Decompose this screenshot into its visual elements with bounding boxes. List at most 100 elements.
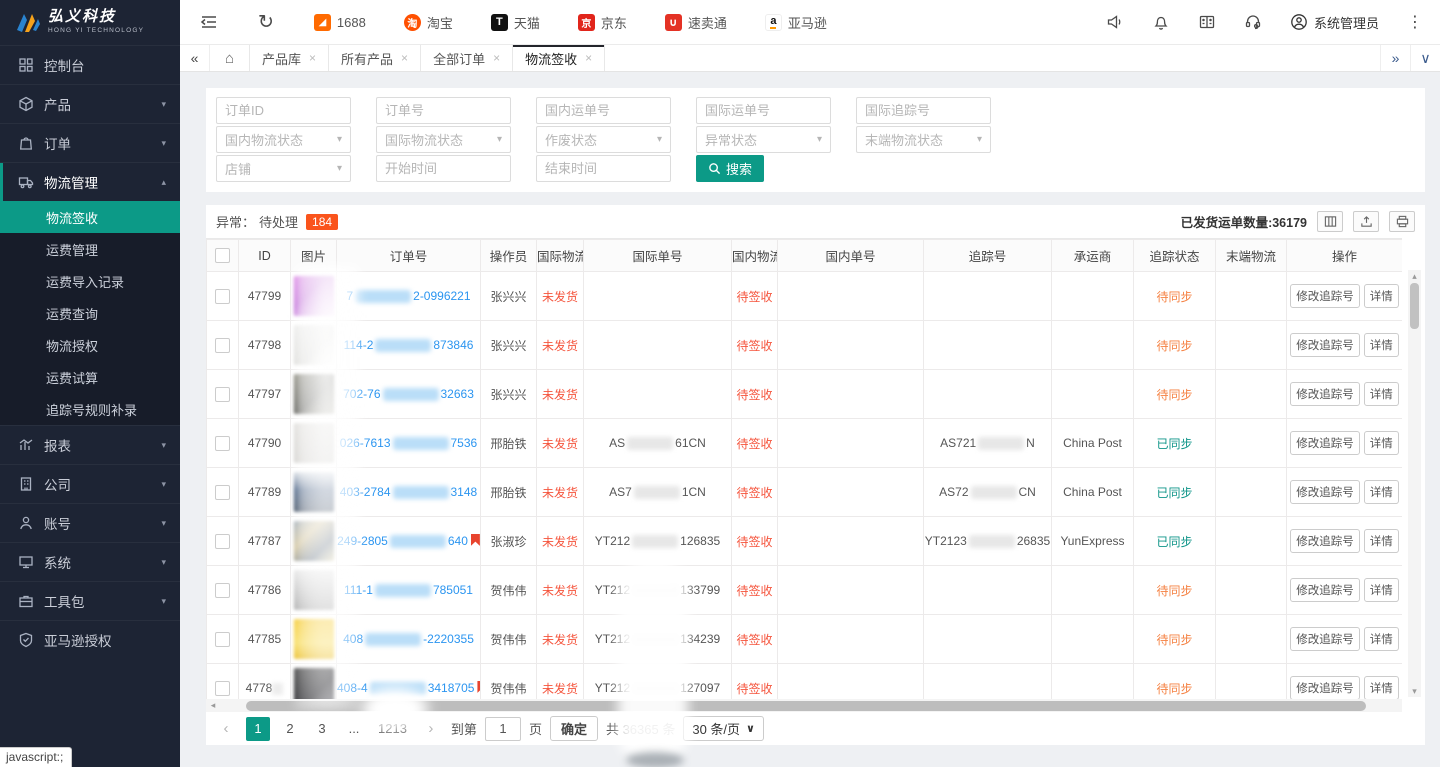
row-checkbox[interactable] bbox=[215, 436, 230, 451]
scroll-down-arrow[interactable]: ▾ bbox=[1408, 685, 1421, 697]
intl-tracking-input[interactable] bbox=[856, 97, 991, 124]
select-all-checkbox[interactable] bbox=[215, 248, 230, 263]
sidebar-item-system[interactable]: 系统 ▾ bbox=[0, 542, 180, 581]
marketplace-link-1688[interactable]: ◢ 1688 bbox=[314, 14, 366, 31]
order-number-link[interactable]: 403-27843148 bbox=[340, 485, 477, 499]
edit-tracking-button[interactable]: 修改追踪号 bbox=[1290, 382, 1360, 406]
tab-product-library[interactable]: 产品库× bbox=[250, 45, 329, 71]
detail-button[interactable]: 详情 bbox=[1364, 284, 1399, 308]
close-icon[interactable]: × bbox=[401, 51, 408, 65]
edit-tracking-button[interactable]: 修改追踪号 bbox=[1290, 627, 1360, 651]
horizontal-scroll-thumb[interactable] bbox=[246, 701, 1366, 711]
detail-button[interactable]: 详情 bbox=[1364, 529, 1399, 553]
void-status-select[interactable]: 作废状态▾ bbox=[536, 126, 671, 153]
detail-button[interactable]: 详情 bbox=[1364, 431, 1399, 455]
marketplace-link-aliexpress[interactable]: ∪ 速卖通 bbox=[665, 13, 727, 32]
pending-label[interactable]: 待处理 bbox=[259, 212, 298, 231]
columns-setting-button[interactable] bbox=[1317, 211, 1343, 232]
order-id-input[interactable] bbox=[216, 97, 351, 124]
intl-waybill-input[interactable] bbox=[696, 97, 831, 124]
row-checkbox[interactable] bbox=[215, 338, 230, 353]
domestic-logistics-status-select[interactable]: 国内物流状态▾ bbox=[216, 126, 351, 153]
notifications-bell-icon[interactable] bbox=[1152, 13, 1170, 31]
apps-panel-icon[interactable] bbox=[1198, 13, 1216, 31]
tab-all-orders[interactable]: 全部订单× bbox=[421, 45, 513, 71]
sidebar-item-company[interactable]: 公司 ▾ bbox=[0, 464, 180, 503]
shop-select[interactable]: 店铺▾ bbox=[216, 155, 351, 182]
horizontal-scrollbar[interactable]: ◂ bbox=[206, 699, 1402, 712]
end-time-input[interactable] bbox=[536, 155, 671, 182]
marketplace-link-taobao[interactable]: 淘 淘宝 bbox=[404, 13, 453, 32]
sidebar-item-toolkit[interactable]: 工具包 ▾ bbox=[0, 581, 180, 620]
order-no-input[interactable] bbox=[376, 97, 511, 124]
row-checkbox[interactable] bbox=[215, 632, 230, 647]
edit-tracking-button[interactable]: 修改追踪号 bbox=[1290, 529, 1360, 553]
close-icon[interactable]: × bbox=[493, 51, 500, 65]
sidebar-item-order[interactable]: 订单 ▾ bbox=[0, 123, 180, 162]
close-icon[interactable]: × bbox=[585, 51, 592, 65]
sidebar-item-logistics[interactable]: 物流管理 ▴ bbox=[0, 162, 180, 201]
intl-logistics-status-select[interactable]: 国际物流状态▾ bbox=[376, 126, 511, 153]
marketplace-link-amazon[interactable]: a 亚马逊 bbox=[765, 13, 827, 32]
row-checkbox[interactable] bbox=[215, 681, 230, 696]
refresh-button[interactable]: ↻ bbox=[258, 13, 274, 32]
goto-page-input[interactable] bbox=[485, 717, 521, 741]
page-last-button[interactable]: 1213 bbox=[374, 717, 411, 741]
page-3-button[interactable]: 3 bbox=[310, 717, 334, 741]
sidebar-item-product[interactable]: 产品 ▾ bbox=[0, 84, 180, 123]
prev-page-button[interactable]: ‹ bbox=[214, 717, 238, 741]
sidebar-item-freight-manage[interactable]: 运费管理 bbox=[0, 233, 180, 265]
edit-tracking-button[interactable]: 修改追踪号 bbox=[1290, 333, 1360, 357]
vertical-scroll-thumb[interactable] bbox=[1410, 283, 1419, 329]
sidebar-item-amazon-auth[interactable]: 亚马逊授权 bbox=[0, 620, 180, 659]
sidebar-item-account[interactable]: 账号 ▾ bbox=[0, 503, 180, 542]
export-button[interactable] bbox=[1353, 211, 1379, 232]
sidebar-item-report[interactable]: 报表 ▾ bbox=[0, 425, 180, 464]
order-number-link[interactable]: 72-0996221 bbox=[346, 289, 470, 303]
domestic-waybill-input[interactable] bbox=[536, 97, 671, 124]
detail-button[interactable]: 详情 bbox=[1364, 480, 1399, 504]
sidebar-toggle-button[interactable] bbox=[200, 13, 218, 31]
edit-tracking-button[interactable]: 修改追踪号 bbox=[1290, 431, 1360, 455]
order-number-link[interactable]: 702-7632663 bbox=[343, 387, 474, 401]
sidebar-item-logistics-sign[interactable]: 物流签收 bbox=[0, 201, 180, 233]
sidebar-item-freight-import[interactable]: 运费导入记录 bbox=[0, 265, 180, 297]
row-checkbox[interactable] bbox=[215, 387, 230, 402]
search-button[interactable]: 搜索 bbox=[696, 155, 764, 182]
announcement-icon[interactable] bbox=[1106, 13, 1124, 31]
tab-home[interactable]: ⌂ bbox=[210, 45, 250, 71]
lastmile-status-select[interactable]: 末端物流状态▾ bbox=[856, 126, 991, 153]
goto-confirm-button[interactable]: 确定 bbox=[550, 716, 598, 741]
tabs-menu-button[interactable]: ∨ bbox=[1410, 45, 1440, 71]
page-1-button[interactable]: 1 bbox=[246, 717, 270, 741]
vertical-scrollbar[interactable]: ▴ ▾ bbox=[1408, 270, 1421, 697]
detail-button[interactable]: 详情 bbox=[1364, 578, 1399, 602]
marketplace-link-tmall[interactable]: T 天猫 bbox=[491, 13, 540, 32]
row-checkbox[interactable] bbox=[215, 583, 230, 598]
edit-tracking-button[interactable]: 修改追踪号 bbox=[1290, 284, 1360, 308]
page-2-button[interactable]: 2 bbox=[278, 717, 302, 741]
order-number-link[interactable]: 111-1785051 bbox=[344, 583, 473, 597]
tab-all-products[interactable]: 所有产品× bbox=[329, 45, 421, 71]
row-checkbox[interactable] bbox=[215, 534, 230, 549]
sidebar-item-tracking-rule[interactable]: 追踪号规则补录 bbox=[0, 393, 180, 425]
headset-support-icon[interactable] bbox=[1244, 13, 1262, 31]
marketplace-link-jd[interactable]: 京 京东 bbox=[578, 13, 627, 32]
order-number-link[interactable]: 249-2805640 bbox=[337, 534, 468, 548]
close-icon[interactable]: × bbox=[309, 51, 316, 65]
scroll-up-arrow[interactable]: ▴ bbox=[1408, 270, 1421, 282]
print-button[interactable] bbox=[1389, 211, 1415, 232]
sidebar-item-logistics-auth[interactable]: 物流授权 bbox=[0, 329, 180, 361]
order-number-link[interactable]: 408-2220355 bbox=[343, 632, 474, 646]
detail-button[interactable]: 详情 bbox=[1364, 382, 1399, 406]
start-time-input[interactable] bbox=[376, 155, 511, 182]
edit-tracking-button[interactable]: 修改追踪号 bbox=[1290, 676, 1360, 699]
user-menu[interactable]: 系统管理员 bbox=[1290, 13, 1379, 32]
row-checkbox[interactable] bbox=[215, 485, 230, 500]
order-number-link[interactable]: 114-2873846 bbox=[344, 338, 474, 352]
sidebar-item-console[interactable]: 控制台 bbox=[0, 45, 180, 84]
pending-count-badge[interactable]: 184 bbox=[306, 214, 338, 230]
next-page-button[interactable]: › bbox=[419, 717, 443, 741]
order-number-link[interactable]: 408-43418705 bbox=[337, 681, 474, 695]
scroll-left-arrow[interactable]: ◂ bbox=[206, 699, 220, 712]
